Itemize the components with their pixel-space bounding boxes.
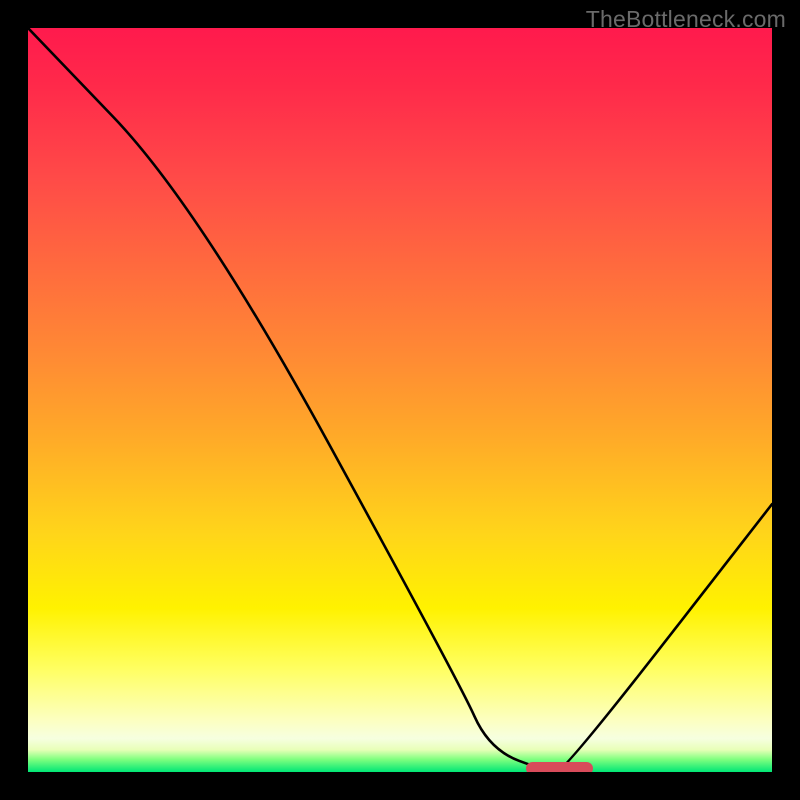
bottleneck-curve [28,28,772,772]
curve-path [28,28,772,772]
chart-frame: TheBottleneck.com [0,0,800,800]
optimal-range-pill [526,762,593,772]
plot-area [28,28,772,772]
